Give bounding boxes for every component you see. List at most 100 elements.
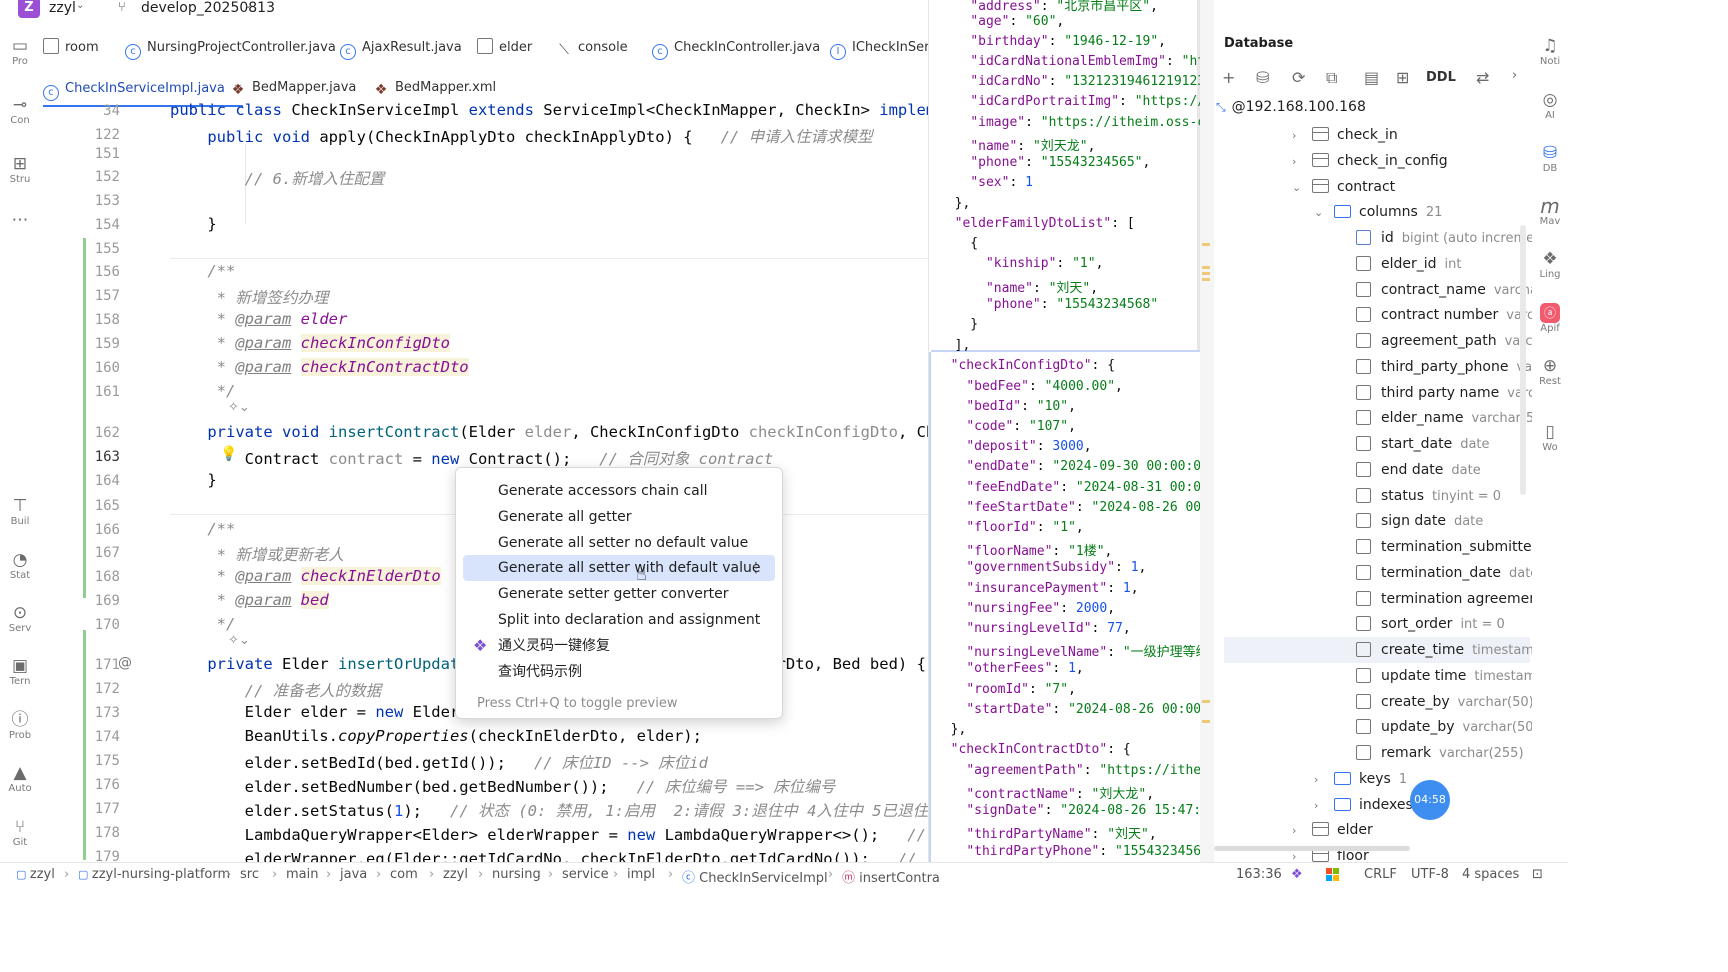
- windows-icon[interactable]: [1326, 868, 1340, 882]
- db-column-node[interactable]: status tinyint = 0: [1356, 483, 1501, 509]
- line-number[interactable]: 165: [40, 498, 120, 514]
- breadcrumb-item[interactable]: main: [286, 867, 318, 882]
- db-column-node[interactable]: sort_order int = 0: [1356, 611, 1505, 637]
- json-line[interactable]: "bedFee": "4000.00",: [935, 379, 1123, 394]
- code-line[interactable]: */: [170, 615, 236, 633]
- project-name[interactable]: zzyl: [49, 0, 76, 16]
- json-line[interactable]: "age": "60",: [939, 14, 1064, 29]
- breadcrumb-item[interactable]: ⓜ insertContra: [842, 867, 940, 886]
- chevron-right-icon[interactable]: ›: [1512, 68, 1517, 83]
- code-line[interactable]: * @param bed: [170, 591, 329, 609]
- json-line[interactable]: "phone": "15543234565",: [939, 155, 1150, 170]
- console-icon[interactable]: ▤: [1364, 68, 1379, 87]
- breadcrumb-item[interactable]: ⓒ CheckInServiceImpl: [682, 867, 828, 886]
- code-line[interactable]: }: [170, 471, 216, 489]
- line-number[interactable]: 151: [40, 146, 120, 162]
- popup-menu-item[interactable]: ❖ 通义灵码一键修复: [463, 633, 775, 659]
- chevron-right-icon[interactable]: ›: [1292, 818, 1306, 844]
- refresh-icon[interactable]: ⟳: [1292, 68, 1305, 87]
- json-line[interactable]: "agreementPath": "https://itheim: [935, 763, 1200, 778]
- code-line[interactable]: * 新增签约办理: [170, 286, 329, 308]
- code-line[interactable]: /**: [170, 262, 235, 280]
- tool-window-build[interactable]: ⊤ Buil: [0, 496, 40, 528]
- json-line[interactable]: "elderFamilyDtoList": [: [939, 216, 1135, 231]
- db-table-node[interactable]: › check_in: [1292, 122, 1398, 148]
- line-number[interactable]: 160: [40, 360, 120, 376]
- db-column-node[interactable]: third_party_phonevarchar: [1356, 354, 1532, 380]
- project-badge[interactable]: Z: [18, 0, 40, 18]
- line-number[interactable]: 174: [40, 729, 120, 745]
- line-number[interactable]: 122: [40, 127, 120, 143]
- json-line[interactable]: "address": "北京市昌平区",: [939, 0, 1158, 14]
- db-folder-node[interactable]: › keys 1: [1314, 766, 1407, 792]
- tool-window-more[interactable]: ⋯: [0, 210, 40, 230]
- json-line[interactable]: "feeEndDate": "2024-08-31 00:00:0: [935, 480, 1200, 495]
- line-number[interactable]: 172: [40, 681, 120, 697]
- json-line[interactable]: "floorId": "1",: [935, 520, 1083, 535]
- code-line[interactable]: }: [170, 215, 216, 233]
- db-column-node[interactable]: create_by varchar(50): [1356, 689, 1532, 715]
- popup-menu-item[interactable]: Generate all setter with default value ⋮: [463, 555, 775, 582]
- db-folder-node[interactable]: ⌄ columns 21: [1314, 199, 1442, 225]
- json-line[interactable]: "nursingLevelName": "一级护理等级": [935, 641, 1200, 660]
- db-column-node[interactable]: termination agreement: [1356, 586, 1532, 612]
- breadcrumb-item[interactable]: nursing: [492, 867, 541, 882]
- line-number[interactable]: 158: [40, 312, 120, 328]
- chevron-right-icon[interactable]: ›: [1292, 123, 1306, 149]
- db-table-node[interactable]: › elder: [1292, 817, 1373, 843]
- line-number[interactable]: 162: [40, 425, 120, 441]
- popup-menu-item[interactable]: Generate all setter no default value: [463, 530, 775, 556]
- chevron-down-icon[interactable]: ⌄: [1292, 175, 1306, 201]
- breadcrumb-item[interactable]: java: [340, 867, 367, 882]
- tool-window-problems[interactable]: ⓘ Prob: [0, 710, 40, 742]
- db-column-node[interactable]: sign date date: [1356, 508, 1483, 534]
- line-number[interactable]: 168: [40, 569, 120, 585]
- editor-tab[interactable]: c CheckInController.java: [652, 28, 820, 68]
- json-line[interactable]: "idCardNationalEmblemImg": "http: [939, 54, 1200, 69]
- json-line[interactable]: "deposit": 3000,: [935, 439, 1091, 454]
- json-line[interactable]: "code": "107",: [935, 419, 1076, 434]
- code-line[interactable]: private void insertContract(Elder elder,…: [170, 423, 1024, 441]
- json-line[interactable]: "thirdPartyName": "刘天",: [935, 823, 1156, 842]
- line-separator[interactable]: CRLF: [1364, 867, 1397, 882]
- json-line[interactable]: "image": "https://itheim.oss-cn-: [939, 115, 1200, 130]
- tool-window-structure[interactable]: ⊞ Stru: [0, 154, 40, 186]
- line-number[interactable]: 157: [40, 288, 120, 304]
- line-number[interactable]: 170: [40, 617, 120, 633]
- tool-window-db[interactable]: ⛁ DB: [1532, 143, 1568, 174]
- db-column-node[interactable]: elder_namevarchar(50): [1356, 405, 1532, 431]
- line-number[interactable]: 154: [40, 217, 120, 233]
- code-line[interactable]: public void apply(CheckInApplyDto checkI…: [170, 125, 872, 147]
- db-table-node[interactable]: › check_in_config: [1292, 148, 1448, 174]
- line-number[interactable]: 173: [40, 705, 120, 721]
- code-line[interactable]: public class CheckInServiceImpl extends …: [170, 101, 1024, 119]
- file-encoding[interactable]: UTF-8: [1411, 867, 1449, 882]
- json-line[interactable]: "sex": 1: [939, 175, 1033, 190]
- tool-window-commit[interactable]: ⊸ Con: [0, 95, 40, 127]
- tool-window-word[interactable]: ▯ Wo: [1532, 422, 1568, 453]
- line-number[interactable]: 175: [40, 753, 120, 769]
- caret-position[interactable]: 163:36: [1236, 867, 1282, 882]
- breadcrumb-item[interactable]: ▢ zzyl: [16, 867, 55, 882]
- breadcrumb-item[interactable]: impl: [627, 867, 655, 882]
- json-line[interactable]: "name": "刘天龙",: [939, 135, 1095, 154]
- popup-menu-item[interactable]: Generate all getter: [463, 504, 775, 530]
- json-line[interactable]: "checkInContractDto": {: [935, 742, 1131, 757]
- tool-window-git[interactable]: ⑂ Git: [0, 817, 40, 849]
- json-line[interactable]: "feeStartDate": "2024-08-26 00:0: [935, 500, 1200, 515]
- chevron-right-icon[interactable]: ›: [1314, 767, 1328, 793]
- line-number[interactable]: 155: [40, 241, 120, 257]
- breadcrumb-item[interactable]: src: [240, 867, 259, 882]
- tool-window-ai[interactable]: ◎ AI: [1532, 90, 1568, 121]
- table-icon[interactable]: ⊞: [1396, 68, 1409, 87]
- code-line[interactable]: elder.setStatus(1); // 状态 (0: 禁用, 1:启用 2…: [170, 799, 938, 821]
- annotation-gutter-icon[interactable]: @: [118, 655, 132, 671]
- db-column-node[interactable]: remark varchar(255): [1356, 740, 1524, 766]
- editor-tab[interactable]: c NursingProjectController.java: [125, 28, 336, 68]
- tool-window-rest[interactable]: ⊕ Rest: [1532, 356, 1568, 387]
- db-table-node[interactable]: ⌄ contract: [1292, 174, 1395, 200]
- editor-tab[interactable]: I ICheckInServi: [830, 28, 941, 68]
- lock-icon[interactable]: ⊡: [1532, 867, 1543, 882]
- json-line[interactable]: "nursingFee": 2000,: [935, 601, 1115, 616]
- editor-tab[interactable]: c AjaxResult.java: [340, 28, 462, 68]
